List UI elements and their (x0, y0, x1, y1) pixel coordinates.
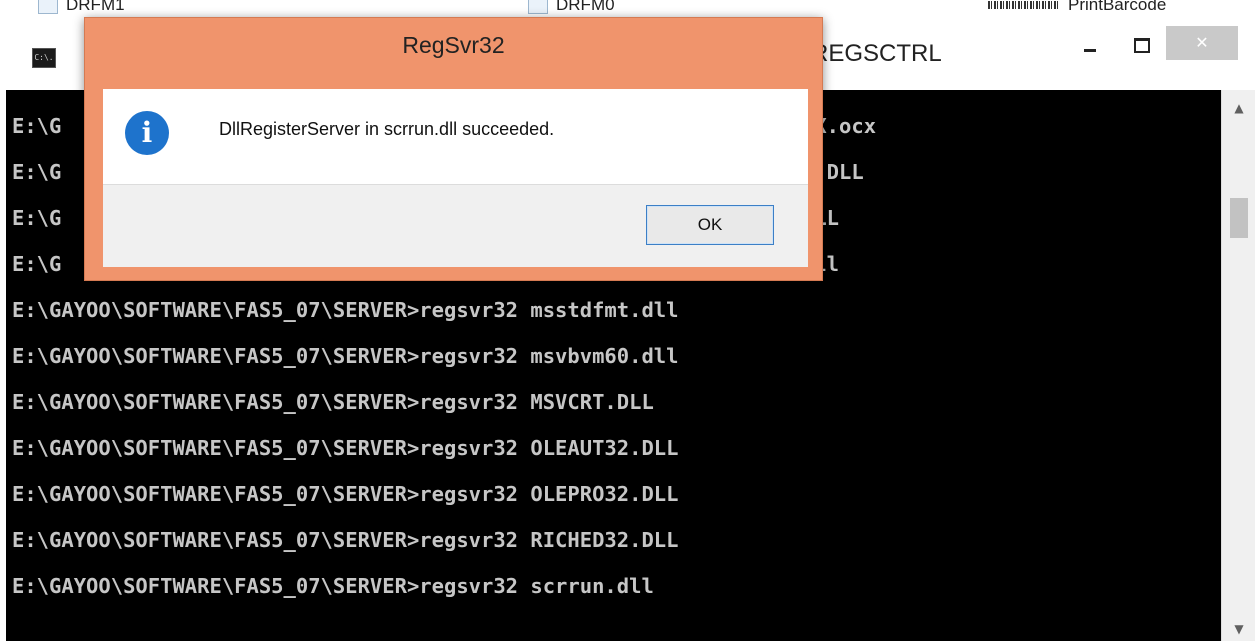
explorer-item[interactable]: DRFM0 (528, 0, 615, 16)
console-line: E:\G CX.ocx (12, 103, 876, 149)
explorer-item[interactable]: DRFM1 (38, 0, 125, 16)
explorer-item-label: DRFM1 (66, 0, 125, 14)
console-line: E:\GAYOO\SOFTWARE\FAS5_07\SERVER>regsvr3… (12, 344, 679, 368)
console-line: E:\GAYOO\SOFTWARE\FAS5_07\SERVER>regsvr3… (12, 482, 679, 506)
folder-icon (528, 0, 548, 14)
message-area: i DllRegisterServer in scrrun.dll succee… (103, 89, 808, 184)
scroll-thumb[interactable] (1230, 198, 1248, 238)
vertical-scrollbar[interactable]: ▲ ▼ (1221, 90, 1255, 641)
cmd-app-icon[interactable]: C:\. (32, 48, 56, 68)
close-button[interactable]: ✕ (1166, 26, 1238, 60)
maximize-button[interactable] (1118, 26, 1164, 60)
console-title: REGSCTRL (811, 40, 942, 67)
info-icon: i (125, 111, 169, 155)
console-line-prefix: E:\G (12, 206, 62, 230)
barcode-icon (988, 1, 1058, 9)
console-line-prefix: E:\G (12, 252, 62, 276)
explorer-item-label: DRFM0 (556, 0, 615, 14)
folder-icon (38, 0, 58, 14)
dialog-title: RegSvr32 (402, 32, 505, 58)
console-line: E:\GAYOO\SOFTWARE\FAS5_07\SERVER>regsvr3… (12, 390, 654, 414)
console-line: E:\GAYOO\SOFTWARE\FAS5_07\SERVER>regsvr3… (12, 298, 679, 322)
console-line: E:\G T.DLL (12, 149, 864, 195)
close-icon: ✕ (1195, 33, 1209, 52)
minimize-button[interactable] (1066, 26, 1112, 60)
console-line-prefix: E:\G (12, 160, 62, 184)
background-explorer-strip: DRFM1 DRFM0 PrintBarcode (0, 0, 1255, 16)
console-line: E:\GDLL (12, 195, 839, 241)
scroll-up-arrow-icon[interactable]: ▲ (1222, 96, 1255, 120)
console-line: E:\GAYOO\SOFTWARE\FAS5_07\SERVER>regsvr3… (12, 574, 654, 598)
dialog-button-bar: OK (103, 184, 808, 267)
minimize-icon (1084, 49, 1096, 52)
console-line: E:\Gdll (12, 241, 839, 287)
dialog-content: i DllRegisterServer in scrrun.dll succee… (103, 89, 808, 267)
console-line: E:\GAYOO\SOFTWARE\FAS5_07\SERVER>regsvr3… (12, 528, 679, 552)
ok-button[interactable]: OK (646, 205, 774, 245)
explorer-item[interactable]: PrintBarcode (988, 0, 1166, 16)
explorer-item-label: PrintBarcode (1068, 0, 1167, 14)
scroll-down-arrow-icon[interactable]: ▼ (1222, 617, 1255, 641)
dialog-message: DllRegisterServer in scrrun.dll succeede… (219, 119, 555, 139)
regsvr32-dialog: RegSvr32 i DllRegisterServer in scrrun.d… (84, 17, 823, 281)
console-line: E:\GAYOO\SOFTWARE\FAS5_07\SERVER>regsvr3… (12, 436, 679, 460)
maximize-icon (1134, 38, 1150, 53)
console-line-prefix: E:\G (12, 114, 62, 138)
